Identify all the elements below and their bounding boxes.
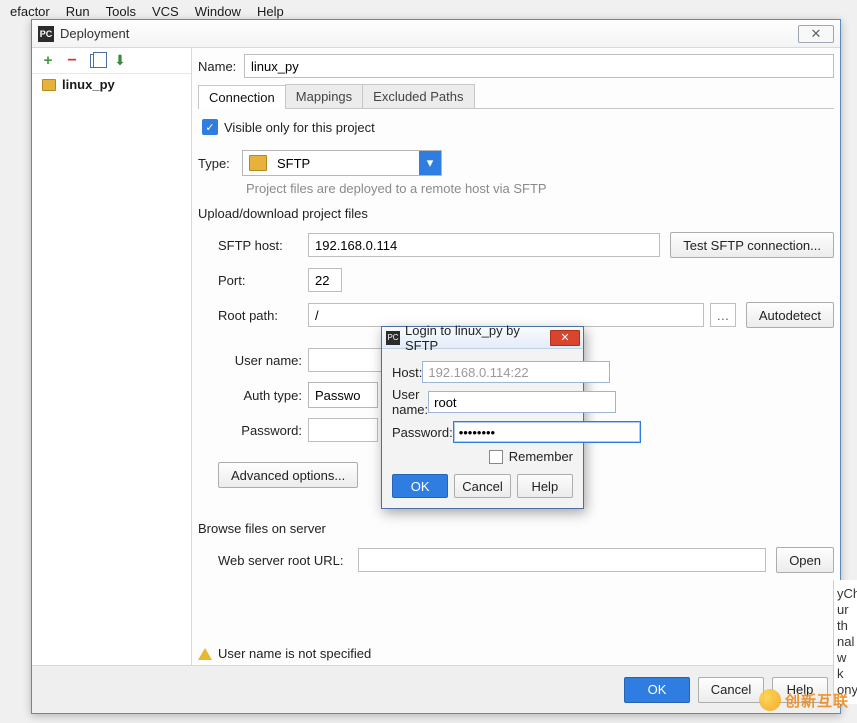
auth-type-value: Passwo bbox=[309, 388, 377, 403]
password-input[interactable] bbox=[308, 418, 378, 442]
type-label: Type: bbox=[198, 156, 242, 171]
server-list-panel: + − ⬇ linux_py bbox=[32, 48, 192, 665]
warning-icon bbox=[198, 648, 212, 660]
auth-type-label: Auth type: bbox=[218, 388, 308, 403]
watermark: 创新互联 bbox=[759, 689, 849, 711]
warning-row: User name is not specified bbox=[198, 638, 834, 665]
password-label: Password: bbox=[218, 423, 308, 438]
login-dialog: PC Login to linux_py by SFTP ✕ Host: Use… bbox=[381, 326, 584, 509]
browse-header: Browse files on server bbox=[198, 521, 834, 536]
test-sftp-button[interactable]: Test SFTP connection... bbox=[670, 232, 834, 258]
server-folder-icon bbox=[42, 79, 56, 91]
watermark-icon bbox=[759, 689, 781, 711]
login-title-text: Login to linux_py by SFTP bbox=[405, 323, 550, 353]
sftp-host-input[interactable] bbox=[308, 233, 660, 257]
sftp-host-label: SFTP host: bbox=[218, 238, 308, 253]
server-item-linux-py[interactable]: linux_py bbox=[32, 74, 191, 95]
login-password-label: Password: bbox=[392, 425, 453, 440]
login-help-button[interactable]: Help bbox=[517, 474, 573, 498]
advanced-options-button[interactable]: Advanced options... bbox=[218, 462, 358, 488]
username-label: User name: bbox=[218, 353, 308, 368]
watermark-text: 创新互联 bbox=[785, 690, 849, 711]
checkbox-icon bbox=[489, 450, 503, 464]
port-input[interactable] bbox=[308, 268, 342, 292]
add-server-icon[interactable]: + bbox=[40, 53, 56, 69]
login-password-input[interactable] bbox=[453, 421, 641, 443]
browse-root-button[interactable]: … bbox=[710, 303, 736, 327]
root-path-label: Root path: bbox=[218, 308, 308, 323]
upload-header: Upload/download project files bbox=[198, 206, 834, 221]
deploy-icon[interactable]: ⬇ bbox=[112, 53, 128, 69]
open-web-root-button[interactable]: Open bbox=[776, 547, 834, 573]
sftp-type-icon bbox=[249, 155, 267, 171]
type-hint: Project files are deployed to a remote h… bbox=[246, 181, 834, 196]
login-host-label: Host: bbox=[392, 365, 422, 380]
tab-connection[interactable]: Connection bbox=[198, 85, 286, 109]
tab-excluded[interactable]: Excluded Paths bbox=[362, 84, 474, 108]
server-toolbar: + − ⬇ bbox=[32, 48, 191, 74]
type-combo[interactable]: SFTP ▾ bbox=[242, 150, 442, 176]
config-tabs: Connection Mappings Excluded Paths bbox=[198, 84, 834, 109]
pycharm-icon: PC bbox=[386, 331, 400, 345]
name-label: Name: bbox=[198, 59, 244, 74]
login-titlebar[interactable]: PC Login to linux_py by SFTP ✕ bbox=[382, 327, 583, 349]
chevron-down-icon: ▾ bbox=[419, 151, 441, 175]
name-input[interactable] bbox=[244, 54, 834, 78]
login-host-input bbox=[422, 361, 610, 383]
autodetect-button[interactable]: Autodetect bbox=[746, 302, 834, 328]
visible-only-label: Visible only for this project bbox=[224, 120, 375, 135]
web-root-label: Web server root URL: bbox=[218, 553, 358, 568]
visible-only-checkbox[interactable]: ✓ Visible only for this project bbox=[202, 119, 834, 135]
login-ok-button[interactable]: OK bbox=[392, 474, 448, 498]
warning-text: User name is not specified bbox=[218, 646, 371, 661]
remember-label: Remember bbox=[509, 449, 573, 464]
cancel-button[interactable]: Cancel bbox=[698, 677, 764, 703]
side-text-fragment: yCh ur th nal w k ony bbox=[833, 580, 857, 704]
remember-checkbox[interactable]: Remember bbox=[392, 449, 573, 464]
web-root-input[interactable] bbox=[358, 548, 766, 572]
login-user-input[interactable] bbox=[428, 391, 616, 413]
copy-server-icon[interactable] bbox=[88, 53, 104, 69]
ok-button[interactable]: OK bbox=[624, 677, 690, 703]
deployment-title: Deployment bbox=[60, 26, 798, 41]
auth-type-combo[interactable]: Passwo bbox=[308, 382, 378, 408]
deployment-titlebar[interactable]: PC Deployment ✕ bbox=[32, 20, 840, 48]
check-icon: ✓ bbox=[202, 119, 218, 135]
port-label: Port: bbox=[218, 273, 308, 288]
type-value: SFTP bbox=[273, 156, 419, 171]
server-item-label: linux_py bbox=[62, 77, 115, 92]
close-button[interactable]: ✕ bbox=[798, 25, 834, 43]
dialog-button-bar: OK Cancel Help bbox=[32, 665, 840, 713]
login-cancel-button[interactable]: Cancel bbox=[454, 474, 510, 498]
login-close-button[interactable]: ✕ bbox=[550, 330, 580, 346]
login-user-label: User name: bbox=[392, 387, 428, 417]
pycharm-icon: PC bbox=[38, 26, 54, 42]
remove-server-icon[interactable]: − bbox=[64, 53, 80, 69]
tab-mappings[interactable]: Mappings bbox=[285, 84, 363, 108]
